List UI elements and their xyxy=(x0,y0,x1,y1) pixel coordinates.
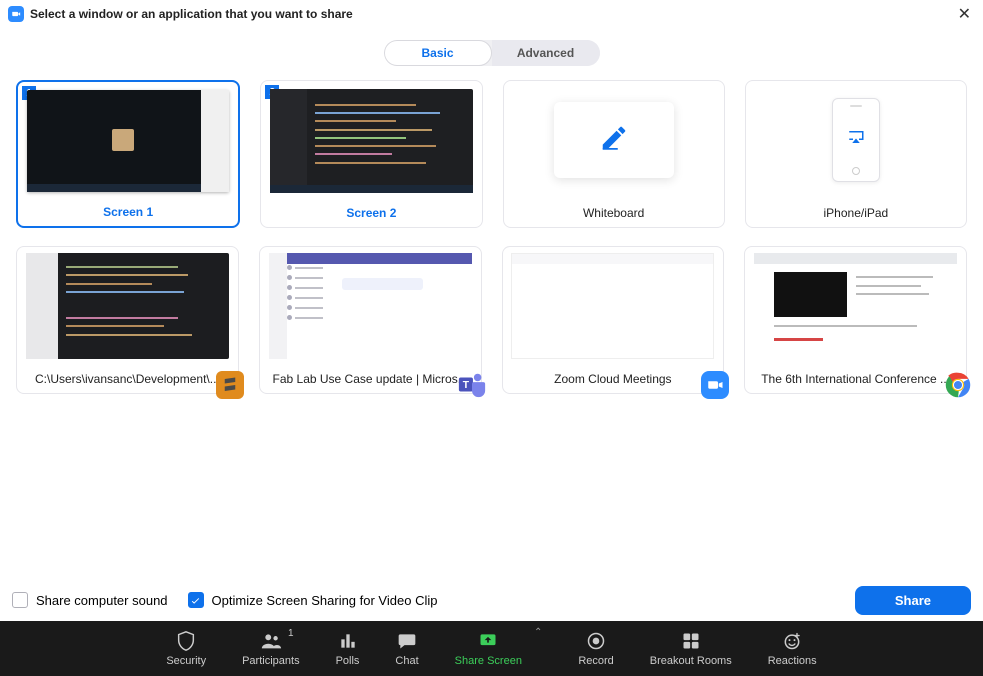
toolbar-polls-label: Polls xyxy=(336,655,360,667)
tile-app-zoom[interactable]: Zoom Cloud Meetings xyxy=(502,246,725,394)
toolbar-reactions[interactable]: Reactions xyxy=(768,630,817,667)
participants-count: 1 xyxy=(288,628,294,639)
zoom-logo-icon xyxy=(8,6,24,22)
teams-thumbnail xyxy=(269,253,472,359)
optimize-video-option[interactable]: Optimize Screen Sharing for Video Clip xyxy=(188,592,438,608)
toolbar-record-label: Record xyxy=(578,655,613,667)
tile-app-sublime[interactable]: C:\Users\ivansanc\Development\... xyxy=(16,246,239,394)
tile-whiteboard-label: Whiteboard xyxy=(504,199,724,227)
tile-whiteboard[interactable]: Whiteboard xyxy=(503,80,725,228)
chrome-icon xyxy=(944,371,972,399)
options-bar: Share computer sound Optimize Screen Sha… xyxy=(0,579,983,621)
airplay-icon xyxy=(847,129,865,150)
window-title: Select a window or an application that y… xyxy=(30,7,954,21)
toolbar-participants-label: Participants xyxy=(242,655,299,667)
sublime-thumbnail xyxy=(26,253,229,359)
chrome-thumbnail xyxy=(754,253,957,359)
tab-strip: Basic Advanced xyxy=(0,40,983,66)
tab-advanced[interactable]: Advanced xyxy=(492,40,600,66)
share-button[interactable]: Share xyxy=(855,586,971,615)
tile-chrome-label: The 6th International Conference ... xyxy=(745,365,966,393)
share-screen-icon xyxy=(477,630,499,652)
toolbar-security[interactable]: Security xyxy=(166,630,206,667)
toolbar-reactions-label: Reactions xyxy=(768,655,817,667)
toolbar-share-screen[interactable]: Share Screen xyxy=(455,630,522,667)
tile-iphone-label: iPhone/iPad xyxy=(746,199,966,227)
zoom-app-thumbnail xyxy=(511,253,714,359)
chat-icon xyxy=(396,630,418,652)
tile-screen-2[interactable]: 2 Screen 2 xyxy=(260,80,482,228)
title-bar: Select a window or an application that y… xyxy=(0,0,983,28)
share-screen-more-icon[interactable]: ⌃ xyxy=(534,627,542,638)
toolbar-chat-label: Chat xyxy=(395,655,418,667)
optimize-video-label: Optimize Screen Sharing for Video Clip xyxy=(212,593,438,608)
reactions-icon xyxy=(782,630,802,652)
tab-basic[interactable]: Basic xyxy=(384,40,492,66)
toolbar-breakout[interactable]: Breakout Rooms xyxy=(650,630,732,667)
shield-icon xyxy=(175,630,197,652)
polls-icon xyxy=(338,630,358,652)
svg-text:T: T xyxy=(462,380,469,391)
share-grid: 1 Screen 1 2 xyxy=(0,80,983,394)
screen-1-thumbnail xyxy=(27,90,230,192)
toolbar-participants[interactable]: 1 Participants xyxy=(242,630,299,667)
tile-iphone-ipad[interactable]: iPhone/iPad xyxy=(745,80,967,228)
meeting-toolbar: Security 1 Participants Polls Chat Share… xyxy=(0,621,983,676)
iphone-thumbnail xyxy=(832,98,880,182)
teams-icon: T xyxy=(457,369,487,399)
share-sound-option[interactable]: Share computer sound xyxy=(12,592,168,608)
screen-2-thumbnail xyxy=(270,89,473,193)
toolbar-record[interactable]: Record xyxy=(578,630,613,667)
toolbar-share-label: Share Screen xyxy=(455,655,522,667)
tile-sublime-label: C:\Users\ivansanc\Development\... xyxy=(17,365,238,393)
close-button[interactable]: ✕ xyxy=(954,4,975,24)
whiteboard-thumbnail xyxy=(554,102,674,178)
tile-app-teams[interactable]: Fab Lab Use Case update | Micros... T xyxy=(259,246,482,394)
tile-teams-label: Fab Lab Use Case update | Micros... xyxy=(260,365,481,393)
toolbar-polls[interactable]: Polls xyxy=(336,630,360,667)
pen-icon xyxy=(599,123,629,158)
breakout-icon xyxy=(681,630,701,652)
tile-app-chrome[interactable]: The 6th International Conference ... xyxy=(744,246,967,394)
toolbar-security-label: Security xyxy=(166,655,206,667)
toolbar-breakout-label: Breakout Rooms xyxy=(650,655,732,667)
sublime-icon xyxy=(216,371,244,399)
share-sound-checkbox[interactable] xyxy=(12,592,28,608)
optimize-video-checkbox[interactable] xyxy=(188,592,204,608)
share-sound-label: Share computer sound xyxy=(36,593,168,608)
zoom-app-icon xyxy=(701,371,729,399)
record-icon xyxy=(586,630,606,652)
toolbar-chat[interactable]: Chat xyxy=(395,630,418,667)
tile-screen-1[interactable]: 1 Screen 1 xyxy=(16,80,240,228)
tile-screen-2-label: Screen 2 xyxy=(261,199,481,227)
participants-icon xyxy=(259,630,283,652)
tile-screen-1-label: Screen 1 xyxy=(18,198,238,226)
tile-zoom-label: Zoom Cloud Meetings xyxy=(503,365,724,393)
